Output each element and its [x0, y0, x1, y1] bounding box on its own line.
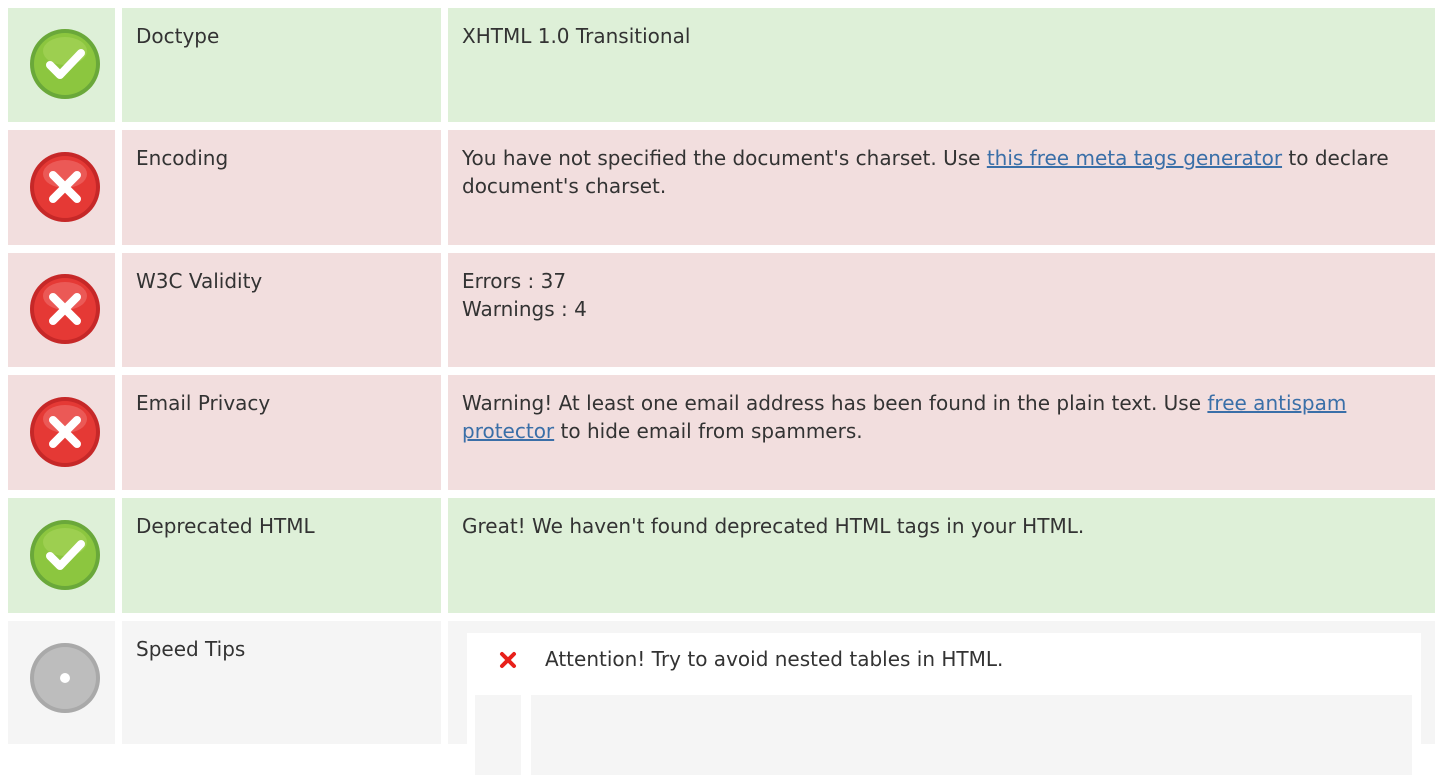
row-value: Warning! At least one email address has …	[448, 375, 1435, 490]
x-circle-icon	[30, 152, 100, 222]
row-label: Encoding	[122, 130, 441, 245]
speed-tip-subcell	[475, 695, 521, 775]
row-label: Email Privacy	[122, 375, 441, 490]
status-cell	[8, 253, 115, 367]
value-text: to hide email from spammers.	[554, 419, 863, 443]
row-value: Great! We haven't found deprecated HTML …	[448, 498, 1435, 613]
row-value: Errors : 37 Warnings : 4	[448, 253, 1435, 367]
value-text: Warning! At least one email address has …	[462, 391, 1208, 415]
row-value: XHTML 1.0 Transitional	[448, 8, 1435, 122]
warnings-count: Warnings : 4	[462, 297, 587, 321]
row-value: You have not specified the document's ch…	[448, 130, 1435, 245]
status-cell	[8, 621, 115, 744]
row-speed-tips: Speed Tips Attention! Try to avoid neste…	[0, 621, 1443, 775]
row-label: Speed Tips	[122, 621, 441, 744]
row-label: W3C Validity	[122, 253, 441, 367]
x-mark-icon	[500, 652, 516, 668]
row-w3c-validity: W3C Validity Errors : 37 Warnings : 4	[0, 253, 1443, 367]
row-value: Attention! Try to avoid nested tables in…	[448, 621, 1435, 775]
status-cell	[8, 498, 115, 613]
speed-tip-item: Attention! Try to avoid nested tables in…	[467, 633, 1421, 691]
row-label: Deprecated HTML	[122, 498, 441, 613]
check-circle-icon	[30, 29, 100, 99]
row-doctype: Doctype XHTML 1.0 Transitional	[0, 8, 1443, 122]
neutral-circle-icon	[30, 643, 100, 713]
check-circle-icon	[30, 520, 100, 590]
status-cell	[8, 375, 115, 490]
speed-tip-subcell	[531, 695, 1412, 775]
status-cell	[8, 8, 115, 122]
row-encoding: Encoding You have not specified the docu…	[0, 130, 1443, 245]
row-label: Doctype	[122, 8, 441, 122]
x-circle-icon	[30, 274, 100, 344]
row-deprecated-html: Deprecated HTML Great! We haven't found …	[0, 498, 1443, 613]
speed-tip-text: Attention! Try to avoid nested tables in…	[545, 647, 1004, 671]
x-circle-icon	[30, 397, 100, 467]
meta-tags-generator-link[interactable]: this free meta tags generator	[987, 146, 1282, 170]
errors-count: Errors : 37	[462, 269, 567, 293]
status-cell	[8, 130, 115, 245]
row-email-privacy: Email Privacy Warning! At least one emai…	[0, 375, 1443, 490]
value-text: You have not specified the document's ch…	[462, 146, 987, 170]
